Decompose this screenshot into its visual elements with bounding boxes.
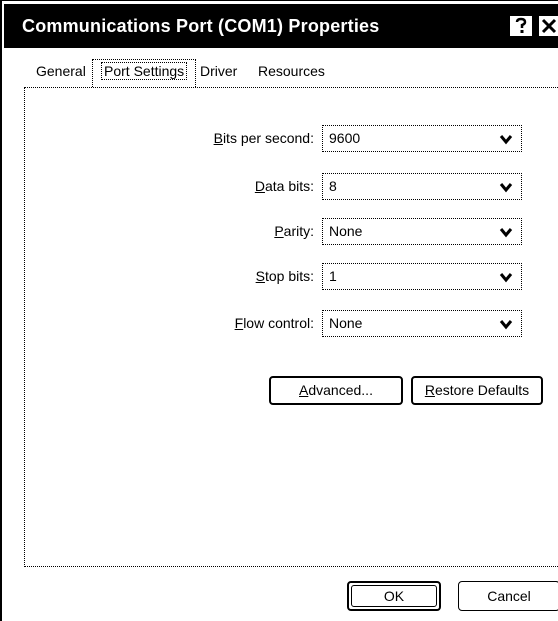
tab-port-settings[interactable]: Port Settings (92, 59, 197, 87)
chevron-down-icon (499, 320, 513, 330)
chevron-down-icon (499, 273, 513, 283)
help-button[interactable] (508, 14, 534, 38)
port-settings-panel: Bits per second: 9600 Data bits: 8 Parit… (24, 87, 558, 567)
restore-defaults-button[interactable]: Restore Defaults (411, 376, 543, 405)
ok-button-label: OK (351, 585, 437, 607)
flow-control-select[interactable]: None (322, 310, 522, 337)
close-button[interactable] (537, 14, 558, 38)
parity-label: Parity: (274, 223, 314, 239)
advanced-button[interactable]: Advanced... (269, 376, 403, 405)
ok-button[interactable]: OK (347, 581, 441, 611)
parity-value: None (329, 223, 363, 239)
chevron-down-icon (499, 183, 513, 193)
tab-general[interactable]: General (36, 63, 86, 79)
data-bits-select[interactable]: 8 (322, 173, 522, 200)
data-bits-value: 8 (329, 178, 337, 194)
stop-bits-select[interactable]: 1 (322, 263, 522, 290)
bits-per-second-value: 9600 (329, 130, 361, 146)
flow-control-label: Flow control: (234, 315, 314, 331)
stop-bits-label: Stop bits: (255, 268, 314, 284)
tab-driver[interactable]: Driver (200, 63, 237, 79)
tab-resources[interactable]: Resources (258, 63, 325, 79)
chevron-down-icon (499, 228, 513, 238)
bits-per-second-select[interactable]: 9600 (322, 125, 522, 152)
data-bits-label: Data bits: (254, 178, 314, 194)
chevron-down-icon (499, 135, 513, 145)
help-icon (510, 16, 532, 36)
title-bar: Communications Port (COM1) Properties (4, 4, 558, 48)
window-title: Communications Port (COM1) Properties (22, 16, 380, 36)
close-icon (539, 16, 558, 36)
parity-select[interactable]: None (322, 218, 522, 245)
stop-bits-value: 1 (329, 268, 337, 284)
bits-per-second-label: Bits per second: (213, 130, 314, 146)
properties-dialog: Communications Port (COM1) Properties Ge… (0, 0, 558, 621)
flow-control-value: None (329, 315, 363, 331)
tab-port-settings-label: Port Settings (101, 62, 188, 80)
cancel-button[interactable]: Cancel (458, 581, 558, 611)
